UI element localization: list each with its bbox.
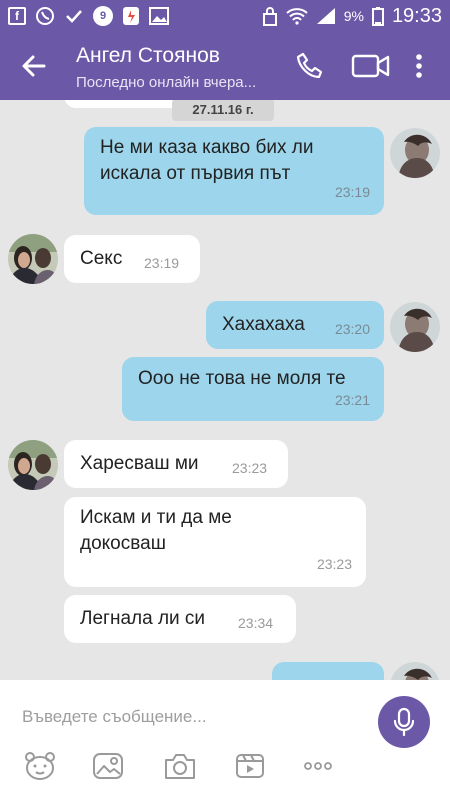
camera-icon	[165, 754, 195, 779]
more-vert-icon	[416, 54, 422, 78]
voice-message-button[interactable]	[378, 696, 430, 748]
sticker-button[interactable]	[22, 750, 58, 782]
message-bubble-outgoing[interactable]: Ооо не това не моля те 23:21	[122, 357, 384, 421]
status-bar: f 9 9% 19:33	[0, 0, 450, 32]
phone-icon	[296, 52, 323, 79]
lock-icon	[262, 6, 278, 26]
gif-button[interactable]	[232, 750, 268, 782]
back-arrow-icon	[22, 55, 46, 77]
call-button[interactable]	[292, 48, 328, 84]
chat-header: Ангел Стоянов Последно онлайн вчера...	[0, 32, 450, 100]
message-text-line: докосваш	[80, 533, 166, 554]
gallery-icon	[149, 7, 169, 25]
avatar[interactable]	[8, 440, 58, 490]
gif-icon	[236, 754, 264, 778]
message-bubble-incoming[interactable]: Харесваш ми 23:23	[64, 440, 288, 488]
contact-name[interactable]: Ангел Стоянов	[76, 44, 220, 68]
gallery-button[interactable]	[90, 750, 126, 782]
more-options-button[interactable]	[404, 48, 434, 84]
signal-icon	[316, 7, 336, 25]
message-bubble-incoming[interactable]: Секс 23:19	[64, 235, 200, 283]
app-icon	[122, 6, 140, 26]
message-bubble-incoming[interactable]: Искам и ти да ме докосваш 23:23	[64, 497, 366, 587]
message-text-line: Не ми каза какво бих ли	[100, 137, 314, 158]
back-button[interactable]	[18, 50, 50, 82]
date-divider: 27.11.16 г.	[172, 100, 274, 121]
last-seen-status: Последно онлайн вчера...	[76, 74, 257, 91]
mic-icon	[393, 707, 415, 737]
message-text: Ооо не това не моля те	[138, 368, 346, 389]
avatar[interactable]	[390, 302, 440, 352]
message-time: 23:19	[334, 184, 370, 200]
sticker-icon	[25, 752, 55, 780]
message-bubble-outgoing[interactable]: Не ми каза какво бих ли искала от първия…	[84, 127, 384, 215]
video-icon	[351, 54, 390, 78]
message-text-line: искала от първия път	[100, 163, 291, 184]
more-attachments-button[interactable]	[300, 750, 336, 782]
message-input[interactable]	[22, 702, 362, 732]
message-time: 23:19	[144, 255, 180, 271]
wifi-icon	[286, 7, 308, 25]
message-list[interactable]: 27.11.16 г. Не ми каза какво бих ли иска…	[0, 100, 450, 680]
message-time: 23:34	[238, 615, 274, 631]
check-icon	[64, 6, 84, 26]
battery-icon	[371, 6, 384, 26]
message-composer	[0, 680, 450, 800]
message-text: Легнала ли си	[80, 608, 206, 629]
message-text: Секс	[80, 248, 123, 269]
message-time: 23:23	[316, 556, 352, 572]
message-bubble-incoming[interactable]: Легнала ли си 23:34	[64, 595, 296, 643]
battery-percent: 9%	[343, 8, 364, 24]
notification-badge-icon: 9	[93, 6, 113, 26]
message-text: Хахахаха	[222, 314, 305, 335]
avatar[interactable]	[390, 128, 440, 178]
message-time: 23:20	[334, 321, 370, 337]
clock: 19:33	[391, 4, 442, 27]
viber-icon	[35, 6, 55, 26]
message-text: Харесваш ми	[80, 453, 199, 474]
message-time: 23:21	[334, 392, 370, 408]
avatar[interactable]	[390, 662, 440, 680]
video-call-button[interactable]	[350, 48, 392, 84]
message-bubble-outgoing[interactable]: Хахахаха 23:20	[206, 301, 384, 349]
camera-button[interactable]	[162, 750, 198, 782]
more-horiz-icon	[304, 762, 332, 770]
facebook-icon: f	[8, 7, 26, 25]
message-bubble-outgoing-partial[interactable]	[272, 662, 384, 680]
message-text-line: Искам и ти да ме	[80, 507, 232, 528]
avatar[interactable]	[8, 234, 58, 284]
message-time: 23:23	[232, 460, 268, 476]
image-icon	[93, 753, 123, 779]
